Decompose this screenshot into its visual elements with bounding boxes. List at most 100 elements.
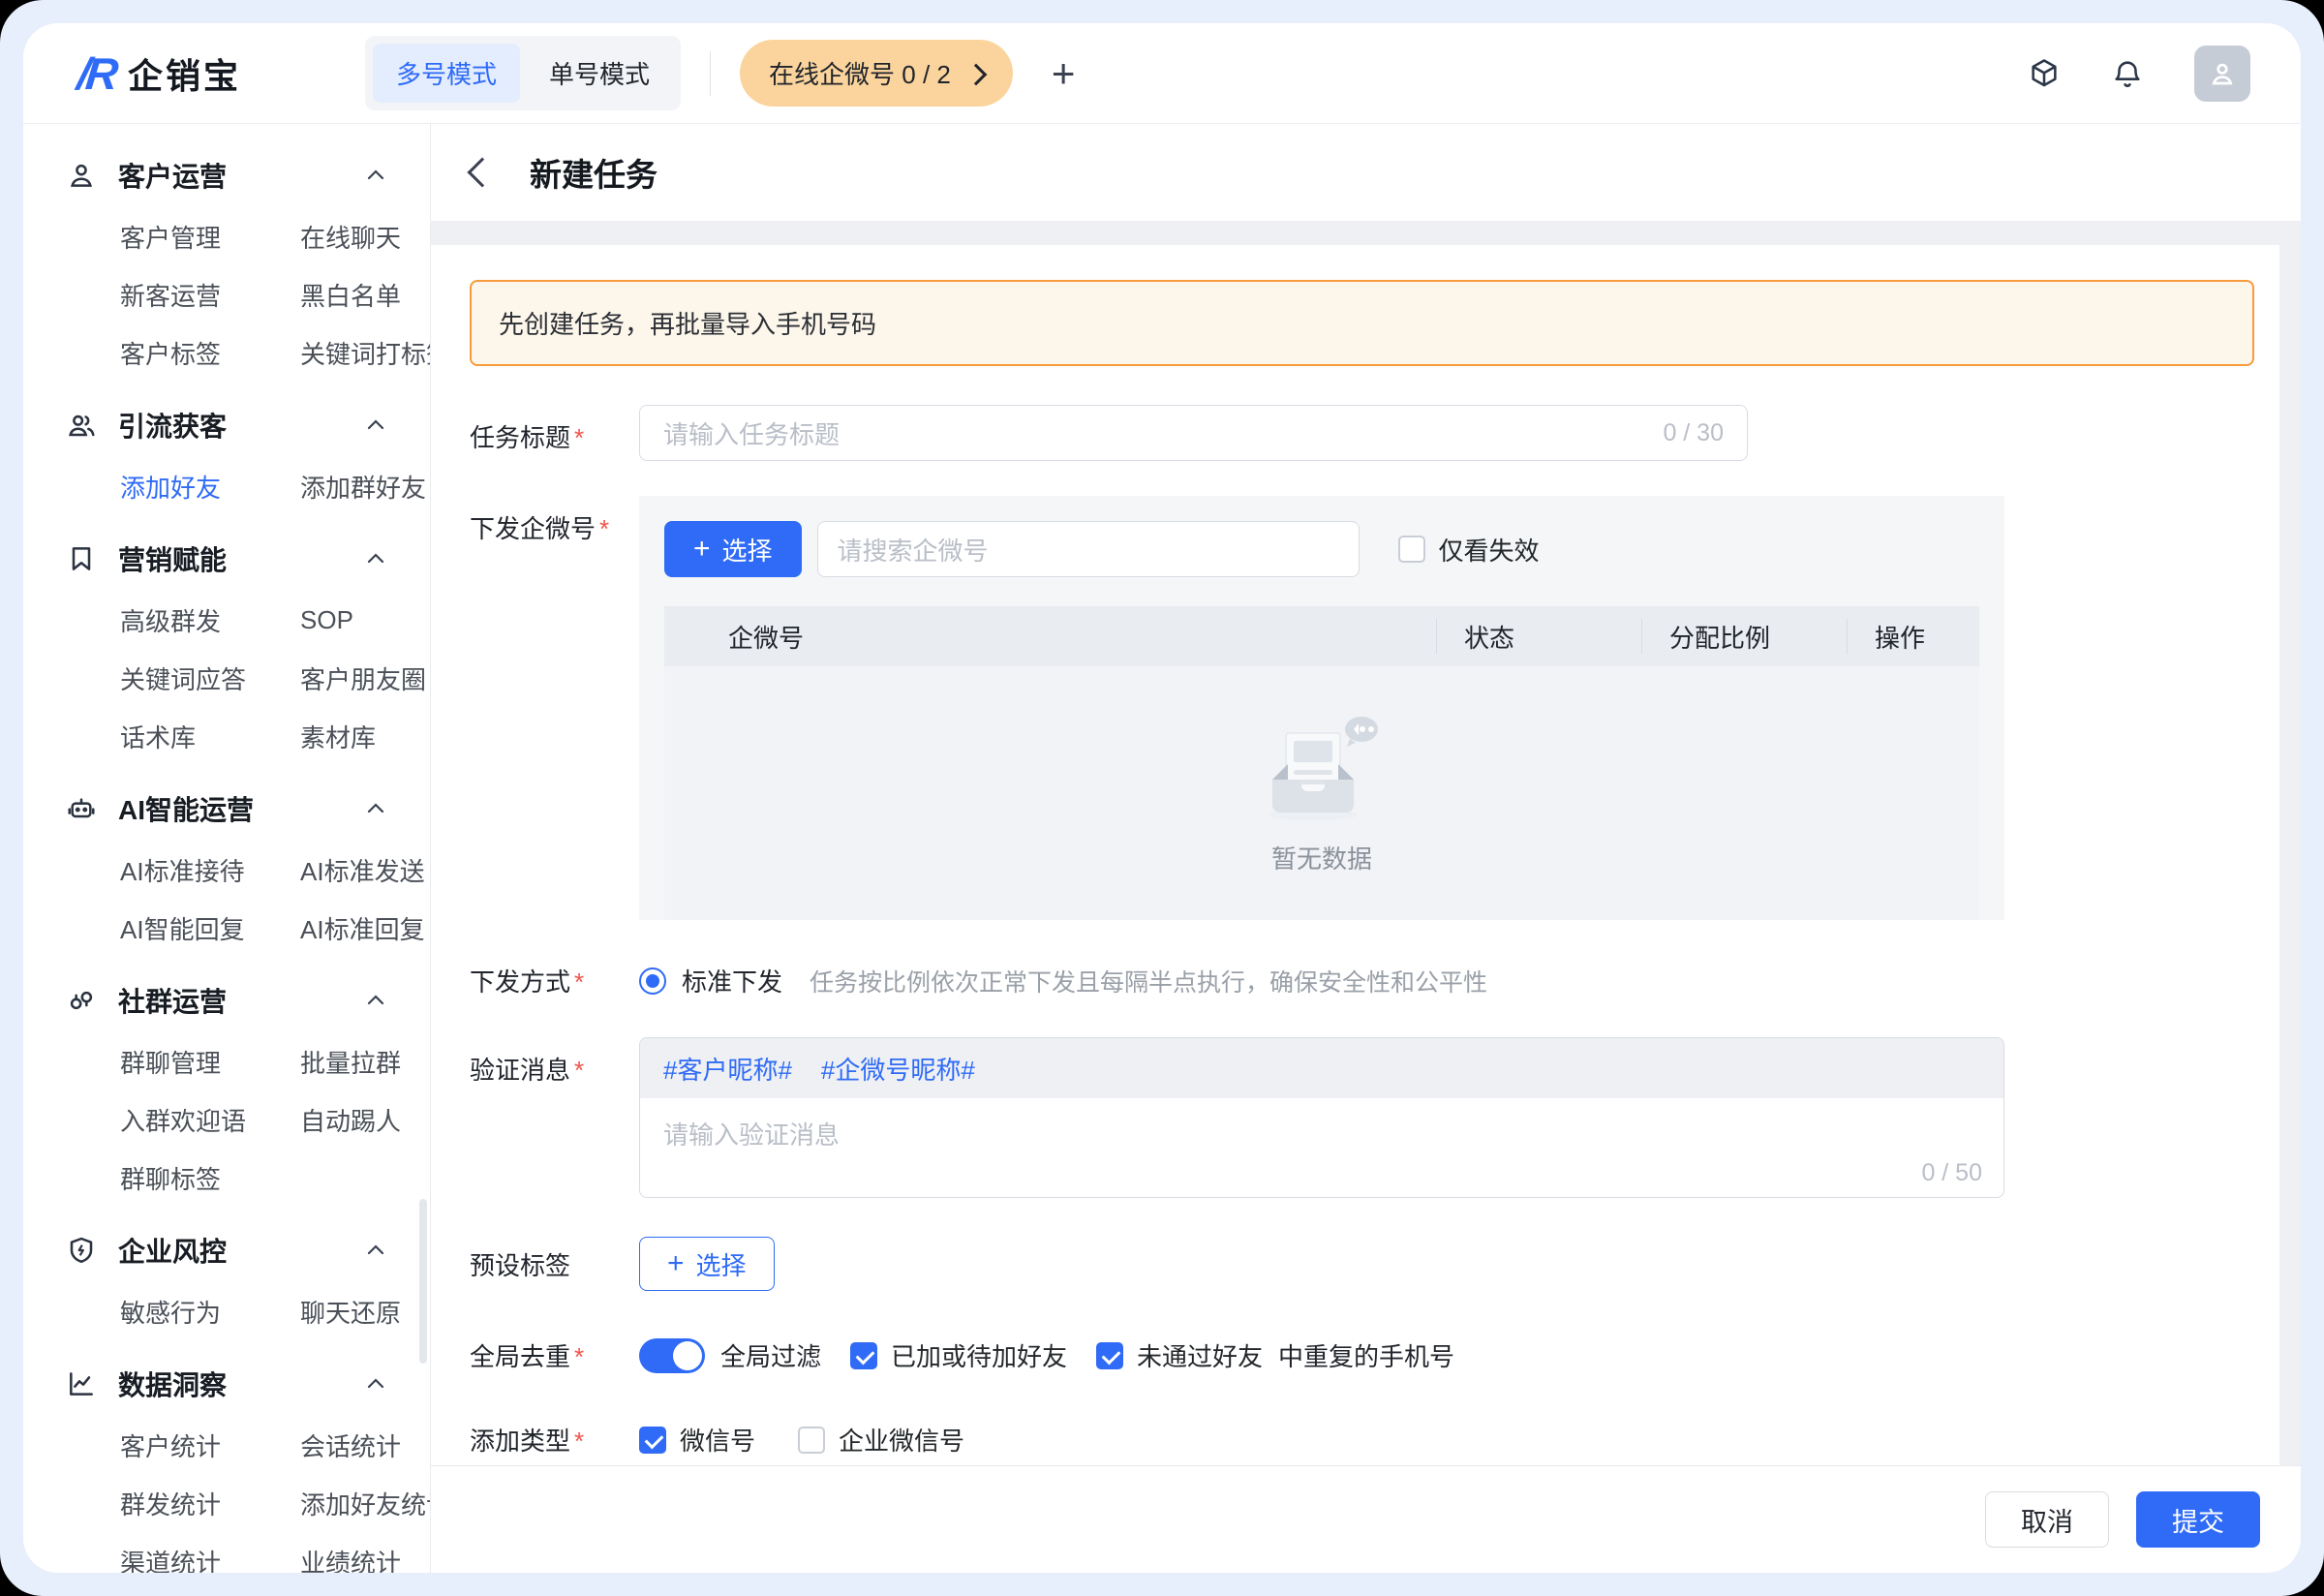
field-add-type: 添加类型* 微信号 企业微信号 <box>470 1422 2254 1458</box>
checkbox-checked-icon <box>850 1342 877 1369</box>
sidebar-section-items: AI标准接待 AI标准发送 AI智能回复 AI标准回复 <box>23 841 430 957</box>
sidebar-item[interactable]: 聊天还原 <box>300 1282 411 1340</box>
sidebar-item[interactable]: 高级群发 <box>120 591 300 649</box>
sidebar-section-risk-control[interactable]: 企业风控 <box>23 1218 430 1282</box>
verify-message-textarea[interactable]: 请输入验证消息 0 / 50 <box>640 1098 2003 1197</box>
account-search-placeholder: 请搜索企微号 <box>838 532 989 568</box>
chevron-up-icon <box>364 414 387 437</box>
field-verify-message: 验证消息* #客户昵称# #企微号昵称# 请输入验证消息 0 / 50 <box>470 1037 2254 1198</box>
sidebar-item[interactable]: 客户朋友圈 <box>300 649 426 707</box>
field-label: 验证消息* <box>470 1037 639 1087</box>
sidebar-item-add-friend-active[interactable]: 添加好友 <box>120 457 300 515</box>
plus-icon: + <box>693 535 711 564</box>
sidebar-item[interactable]: 黑白名单 <box>300 265 431 323</box>
sidebar-item[interactable]: 业绩统计 <box>300 1532 431 1573</box>
select-account-button[interactable]: +选择 <box>664 521 802 577</box>
sidebar-item[interactable]: 渠道统计 <box>120 1532 300 1573</box>
sidebar-item[interactable]: 群发统计 <box>120 1474 300 1532</box>
verify-message-box: #客户昵称# #企微号昵称# 请输入验证消息 0 / 50 <box>639 1037 2004 1198</box>
shield-icon <box>66 1235 97 1266</box>
sidebar-item[interactable]: 客户统计 <box>120 1416 300 1474</box>
sidebar-scrollbar[interactable] <box>419 1199 427 1364</box>
sidebar-item[interactable]: AI标准接待 <box>120 841 300 899</box>
addtype-checkbox-work-wechat[interactable]: 企业微信号 <box>798 1422 964 1458</box>
radio-standard-dispatch-selected[interactable] <box>639 967 666 995</box>
user-avatar[interactable] <box>2194 46 2250 102</box>
sidebar-section-acquisition[interactable]: 引流获客 <box>23 393 430 457</box>
sidebar-section-ai-ops[interactable]: AI智能运营 <box>23 777 430 841</box>
field-preset-tags: 预设标签 +选择 <box>470 1237 2254 1291</box>
tab-single-account-mode[interactable]: 单号模式 <box>526 44 673 103</box>
sidebar-item[interactable]: 素材库 <box>300 707 426 765</box>
sidebar-section-marketing[interactable]: 营销赋能 <box>23 527 430 591</box>
sidebar-item[interactable]: 添加群好友 <box>300 457 426 515</box>
online-account-pill[interactable]: 在线企微号 0 / 2 <box>740 40 1013 107</box>
chart-icon <box>66 1368 97 1399</box>
sidebar-item[interactable]: AI标准发送 <box>300 841 425 899</box>
chevron-up-icon <box>364 797 387 820</box>
sidebar-item[interactable]: 会话统计 <box>300 1416 431 1474</box>
chat-bubble-icon <box>1345 717 1378 747</box>
global-filter-toggle-on[interactable] <box>639 1338 705 1373</box>
sidebar-section-items: 敏感行为 聊天还原 <box>23 1282 430 1340</box>
account-table: 企微号 状态 分配比例 操作 <box>664 606 1979 920</box>
sidebar-item[interactable]: SOP <box>300 591 426 649</box>
sidebar-item[interactable]: AI智能回复 <box>120 899 300 957</box>
task-title-input[interactable]: 请输入任务标题 0 / 30 <box>639 405 1748 461</box>
only-invalid-label: 仅看失效 <box>1439 532 1540 568</box>
sidebar-item[interactable]: 敏感行为 <box>120 1282 300 1340</box>
main-panel: 新建任务 先创建任务，再批量导入手机号码 任务标题* 请输入任务标题 0 / 3… <box>431 124 2301 1573</box>
back-icon[interactable] <box>467 157 497 187</box>
sidebar-section-community[interactable]: 社群运营 <box>23 968 430 1032</box>
tag-account-nickname[interactable]: #企微号昵称# <box>821 1051 975 1087</box>
checkbox-unchecked-icon <box>798 1427 825 1454</box>
submit-button[interactable]: 提交 <box>2136 1491 2260 1548</box>
addtype-checkbox-wechat[interactable]: 微信号 <box>639 1422 755 1458</box>
cube-icon[interactable] <box>2028 57 2061 90</box>
account-table-empty-state: 暂无数据 <box>664 666 1979 920</box>
sidebar-item[interactable]: 入群欢迎语 <box>120 1090 300 1149</box>
account-search-input[interactable]: 请搜索企微号 <box>817 521 1360 577</box>
robot-icon <box>66 793 97 824</box>
sidebar-section-items: 高级群发 SOP 关键词应答 客户朋友圈 话术库 素材库 <box>23 591 430 765</box>
sidebar-section-data-insight[interactable]: 数据洞察 <box>23 1352 430 1416</box>
checkbox-unchecked-icon <box>1398 536 1425 563</box>
task-title-counter: 0 / 30 <box>1663 419 1724 447</box>
sidebar-item[interactable]: 群聊管理 <box>120 1032 300 1090</box>
sidebar-item[interactable]: 自动踢人 <box>300 1090 411 1149</box>
task-title-placeholder: 请输入任务标题 <box>663 415 840 451</box>
sidebar-item[interactable]: 添加好友统计 <box>300 1474 431 1532</box>
sidebar-section-customer-ops[interactable]: 客户运营 <box>23 143 430 207</box>
field-label: 下发方式* <box>470 963 639 998</box>
sidebar-item[interactable]: 在线聊天 <box>300 207 431 265</box>
sidebar-item[interactable]: 新客运营 <box>120 265 300 323</box>
users-icon <box>66 410 97 441</box>
add-account-button[interactable]: + <box>1052 53 1076 94</box>
select-preset-tag-button[interactable]: +选择 <box>639 1237 775 1291</box>
page-title: 新建任务 <box>530 149 657 196</box>
sidebar-item[interactable]: 关键词应答 <box>120 649 300 707</box>
dedupe-checkbox-added[interactable]: 已加或待加好友 <box>850 1337 1067 1373</box>
col-header-status: 状态 <box>1437 619 1642 654</box>
sidebar-item[interactable]: 客户管理 <box>120 207 300 265</box>
sidebar-item[interactable]: 话术库 <box>120 707 300 765</box>
col-header-action: 操作 <box>1848 619 1979 654</box>
radio-label[interactable]: 标准下发 <box>682 963 782 998</box>
tab-multi-account-mode[interactable]: 多号模式 <box>373 44 520 103</box>
sidebar-item[interactable]: AI标准回复 <box>300 899 425 957</box>
tag-customer-nickname[interactable]: #客户昵称# <box>663 1051 792 1087</box>
sidebar-section-label: 数据洞察 <box>118 1365 227 1403</box>
desktop-frame: /R 企销宝 多号模式 单号模式 在线企微号 0 / 2 + <box>0 0 2324 1596</box>
sidebar-item[interactable]: 客户标签 <box>120 323 300 382</box>
bell-icon[interactable] <box>2111 57 2144 90</box>
cancel-button[interactable]: 取消 <box>1985 1491 2109 1548</box>
sidebar-section-label: 企业风控 <box>118 1231 227 1270</box>
sidebar-item[interactable]: 批量拉群 <box>300 1032 411 1090</box>
dedupe-checkbox-not-passed[interactable]: 未通过好友 <box>1096 1337 1263 1373</box>
sidebar-section-items: 客户管理 在线聊天 新客运营 黑白名单 客户标签 关键词打标签 <box>23 207 430 382</box>
brand-name: 企销宝 <box>128 48 241 99</box>
only-invalid-checkbox[interactable]: 仅看失效 <box>1398 532 1540 568</box>
sidebar-item[interactable]: 关键词打标签 <box>300 323 431 382</box>
sidebar-item[interactable]: 群聊标签 <box>120 1149 300 1207</box>
required-asterisk: * <box>599 514 609 543</box>
